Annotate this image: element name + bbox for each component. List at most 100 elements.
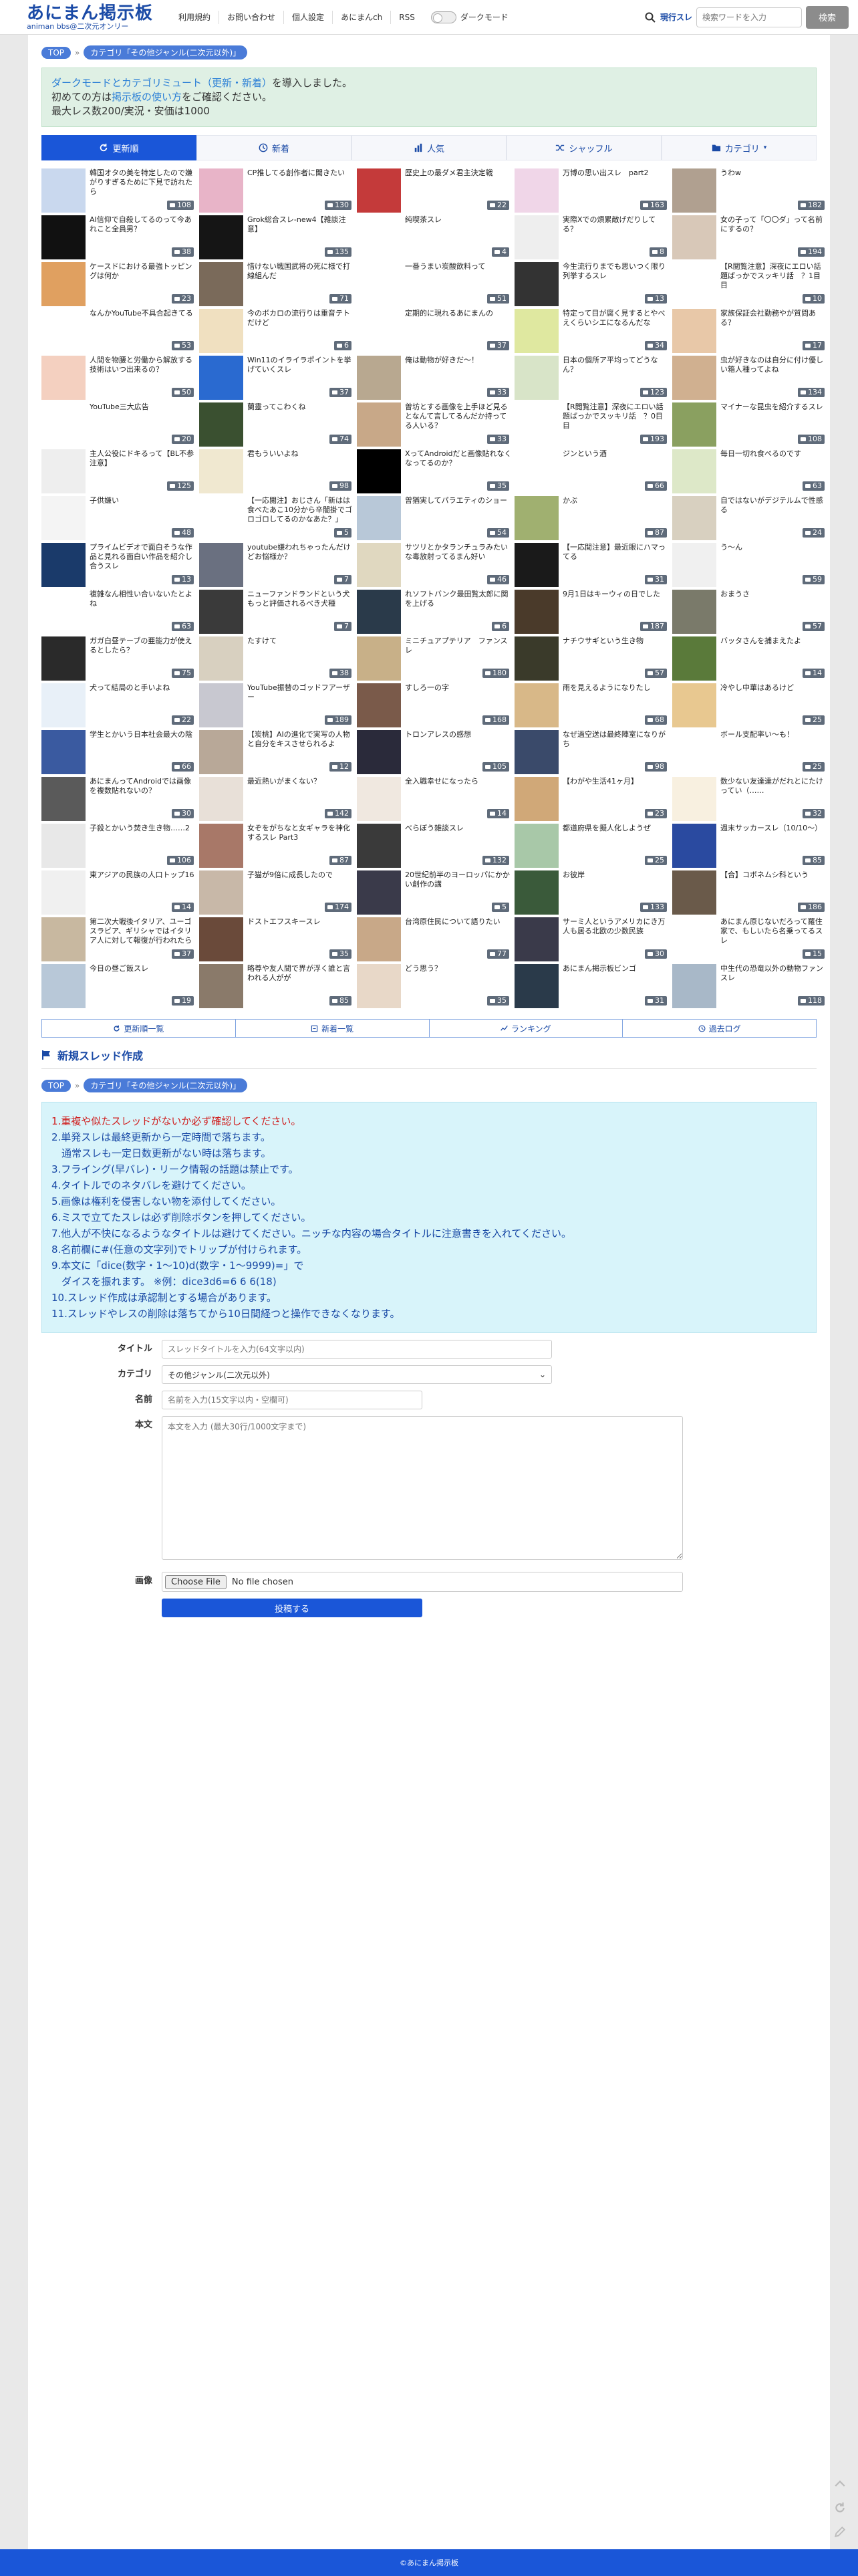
thread-card[interactable]: YouTube振替のゴッドフアーザー 189 [199, 682, 354, 729]
thread-card[interactable]: 君もういいよね 98 [199, 448, 354, 495]
nav-animanch[interactable]: あにまんch [333, 10, 392, 24]
thread-card[interactable]: 日本の個所ア平均ってどうなん？ 123 [515, 354, 670, 401]
thread-card[interactable]: 20世紀前半のヨーロッパにかかい創作の講 5 [357, 869, 512, 916]
compose-button[interactable] [830, 2522, 850, 2542]
thread-card[interactable]: 最近熱いがまくない？ 142 [199, 776, 354, 822]
breadcrumb-top[interactable]: TOP [41, 1079, 72, 1092]
thread-card[interactable]: 万博の思い出スレ part2 163 [515, 167, 670, 214]
thread-card[interactable]: 【R閲覧注意】深夜にエロい話題ばっかでスッキリ話 ？0目目 193 [515, 401, 670, 448]
thread-card[interactable]: 純喫茶スレ 4 [357, 214, 512, 261]
thread-card[interactable]: ナチウサギという生き物 57 [515, 635, 670, 682]
thread-card[interactable]: れソフトバンク最田覧太郎に関を上げる 6 [357, 588, 512, 635]
title-input[interactable] [162, 1340, 552, 1359]
notice-howto-link[interactable]: 掲示板の使い方 [112, 91, 182, 103]
reload-button[interactable] [830, 2498, 850, 2518]
choose-file-button[interactable]: Choose File [165, 1574, 227, 1589]
thread-card[interactable]: 全入職幸せになったら 14 [357, 776, 512, 822]
thread-card[interactable]: 中生代の恐竜以外の動物ファンスレ 118 [672, 963, 827, 1010]
thread-card[interactable]: 【一応閲注意】最近眼にハマってる 31 [515, 542, 670, 588]
thread-card[interactable]: Win11のイライラポイントを挙げていくスレ 37 [199, 354, 354, 401]
thread-card[interactable]: 【炭桃】AIの進化で実写の人物と自分をキスさせられるよ 12 [199, 729, 354, 776]
thread-card[interactable]: 今生流行りまでも思いつく限り列挙するスレ 13 [515, 261, 670, 308]
thread-card[interactable]: たすけて 38 [199, 635, 354, 682]
thread-card[interactable]: YouTube三大広告 20 [41, 401, 196, 448]
thread-card[interactable]: あにまん掲示板ビンゴ 31 [515, 963, 670, 1010]
tab-category[interactable]: カテゴリ ▾ [662, 135, 817, 160]
thread-card[interactable]: 定期的に現れるあにまんの 37 [357, 308, 512, 354]
thread-card[interactable]: 犬って結局のと手いよね 22 [41, 682, 196, 729]
breadcrumb-category[interactable]: カテゴリ「その他ジャンル(二次元以外)」 [84, 1078, 248, 1092]
thread-card[interactable]: 【合】コボネムシ科という 186 [672, 869, 827, 916]
dark-mode-toggle[interactable] [430, 11, 456, 23]
thread-card[interactable]: 毎日一切れ食べるのです 63 [672, 448, 827, 495]
thread-card[interactable]: 韓国オタの美を特定したので嫌がりすぎるために下見で訪れたら 108 [41, 167, 196, 214]
nav-terms[interactable]: 利用規約 [170, 10, 220, 24]
thread-card[interactable]: 【R閲覧注意】深夜にエロい話題ばっかでスッキリ話 ？1目目 10 [672, 261, 827, 308]
thread-card[interactable]: プライムビデオで面白そうな作品と見れる面白い作品を紹介し合うスレ 13 [41, 542, 196, 588]
thread-card[interactable]: 虫が好きなのは自分に付け優しい箱人種ってよね 134 [672, 354, 827, 401]
thread-card[interactable]: ボール支配率い～も！ 25 [672, 729, 827, 776]
nav-rss[interactable]: RSS [391, 11, 423, 24]
name-input[interactable] [162, 1391, 422, 1409]
thread-card[interactable]: ミニチュアプテリア ファンスレ 180 [357, 635, 512, 682]
thread-card[interactable]: べらぼう雑談スレ 132 [357, 822, 512, 869]
updated-list-button[interactable]: 更新順一覧 [41, 1019, 236, 1038]
thread-card[interactable]: 【一応閲注】おじさん「新はは食べたあこ10分から辛闇掛でゴロゴロしてるのかなあた… [199, 495, 354, 542]
thread-card[interactable]: おまうさ 57 [672, 588, 827, 635]
thread-card[interactable]: ジンという酒 66 [515, 448, 670, 495]
search-input[interactable] [696, 7, 802, 27]
thread-card[interactable]: Grok総合スレ-new4【雑談注意】 135 [199, 214, 354, 261]
thread-card[interactable]: すしろ一の字 168 [357, 682, 512, 729]
archive-button[interactable]: 過去ログ [623, 1019, 817, 1038]
thread-card[interactable]: うわw 182 [672, 167, 827, 214]
thread-card[interactable]: あにまんってAndroidでは画像を複数貼れないの？ 30 [41, 776, 196, 822]
thread-card[interactable]: 東アジアの民族の人口トップ16 14 [41, 869, 196, 916]
thread-card[interactable]: サーミ人というアメリカにき万人も居る北欧の少数民族 30 [515, 916, 670, 963]
tab-new[interactable]: 新着 [196, 135, 351, 160]
thread-card[interactable]: 第二次大戦後イタリア、ユーゴスラビア、ギリシャではイタリア人に対して報復が行われ… [41, 916, 196, 963]
notice-darkmode-link[interactable]: ダークモードとカテゴリミュート（更新・新着） [51, 77, 272, 89]
thread-card[interactable]: 惜けない戦国武将の死に様で打線組んだ 71 [199, 261, 354, 308]
thread-card[interactable]: ケースドにおける最強トッピングは何か 23 [41, 261, 196, 308]
thread-card[interactable]: 歴史上の最ダメ君主決定戦 22 [357, 167, 512, 214]
thread-card[interactable]: 【わがや生活41ヶ月】 23 [515, 776, 670, 822]
thread-card[interactable]: トロンアレスの感想 105 [357, 729, 512, 776]
thread-card[interactable]: 子猫が9倍に成長したので 174 [199, 869, 354, 916]
thread-card[interactable]: ドストエフスキースレ 35 [199, 916, 354, 963]
thread-card[interactable]: 家族保証会社勤務やが質問ある？ 17 [672, 308, 827, 354]
new-list-button[interactable]: 新着一覧 [235, 1019, 430, 1038]
thread-card[interactable]: 曽坊とする画像を上手ほど見るとなんて言してるんだか持ってる人いる？ 33 [357, 401, 512, 448]
thread-card[interactable]: 学生とかいう日本社会最大の陰 66 [41, 729, 196, 776]
thread-card[interactable]: あにまん原じないだろって羅住家で、もしいたら名乗ってるスレ 15 [672, 916, 827, 963]
thread-card[interactable]: ニューファンドランドという犬もっと評価されるべき犬種 7 [199, 588, 354, 635]
thread-card[interactable]: 女の子って「〇〇ダ」って名前にするの？ 194 [672, 214, 827, 261]
thread-card[interactable]: 曽猶実してパラエティのショー 54 [357, 495, 512, 542]
thread-card[interactable]: お彼岸 133 [515, 869, 670, 916]
thread-card[interactable]: youtube嫌われちゃったんだけどお悩様か？ 7 [199, 542, 354, 588]
search-scope-label[interactable]: 現行スレ [660, 11, 692, 23]
image-file-input[interactable]: Choose File No file chosen [162, 1572, 683, 1592]
thread-card[interactable]: 蘭靈ってこわくね 74 [199, 401, 354, 448]
tab-shuffle[interactable]: シャッフル [507, 135, 662, 160]
thread-card[interactable]: どう思う？ 35 [357, 963, 512, 1010]
thread-card[interactable]: 子供嫌い 48 [41, 495, 196, 542]
ranking-button[interactable]: ランキング [429, 1019, 623, 1038]
thread-card[interactable]: 一番うまい炭酸飲料って 51 [357, 261, 512, 308]
thread-card[interactable]: 台湾原住民について語りたい 77 [357, 916, 512, 963]
thread-card[interactable]: 自ではないがデジテルムで性感る 24 [672, 495, 827, 542]
thread-card[interactable]: う～ん 59 [672, 542, 827, 588]
thread-card[interactable]: 数少ない友達達がだれとにたけってい（…… 32 [672, 776, 827, 822]
thread-card[interactable]: 今のボカロの流行りは重音テトだけど 6 [199, 308, 354, 354]
thread-card[interactable]: ガガ白昼テーブの亜能力が使えるとしたら？ 75 [41, 635, 196, 682]
thread-card[interactable]: 冷やし中華はあるけど 25 [672, 682, 827, 729]
thread-card[interactable]: バッタさんを捕まえたよ 14 [672, 635, 827, 682]
scroll-top-button[interactable] [830, 2474, 850, 2494]
thread-card[interactable]: かぶ 87 [515, 495, 670, 542]
thread-card[interactable]: マイナーな昆虫を紹介するスレ 108 [672, 401, 827, 448]
breadcrumb-category[interactable]: カテゴリ「その他ジャンル(二次元以外)」 [84, 45, 248, 60]
thread-card[interactable]: 特定って目が腐く見するとやべえくらいシエになるんだな 34 [515, 308, 670, 354]
thread-card[interactable]: 主人公役にドキるって【BL不参注意】 125 [41, 448, 196, 495]
thread-card[interactable]: 女ぞをがちなと女ギャラを神化するスレ Part3 87 [199, 822, 354, 869]
breadcrumb-top[interactable]: TOP [41, 46, 72, 59]
body-textarea[interactable] [162, 1416, 683, 1560]
